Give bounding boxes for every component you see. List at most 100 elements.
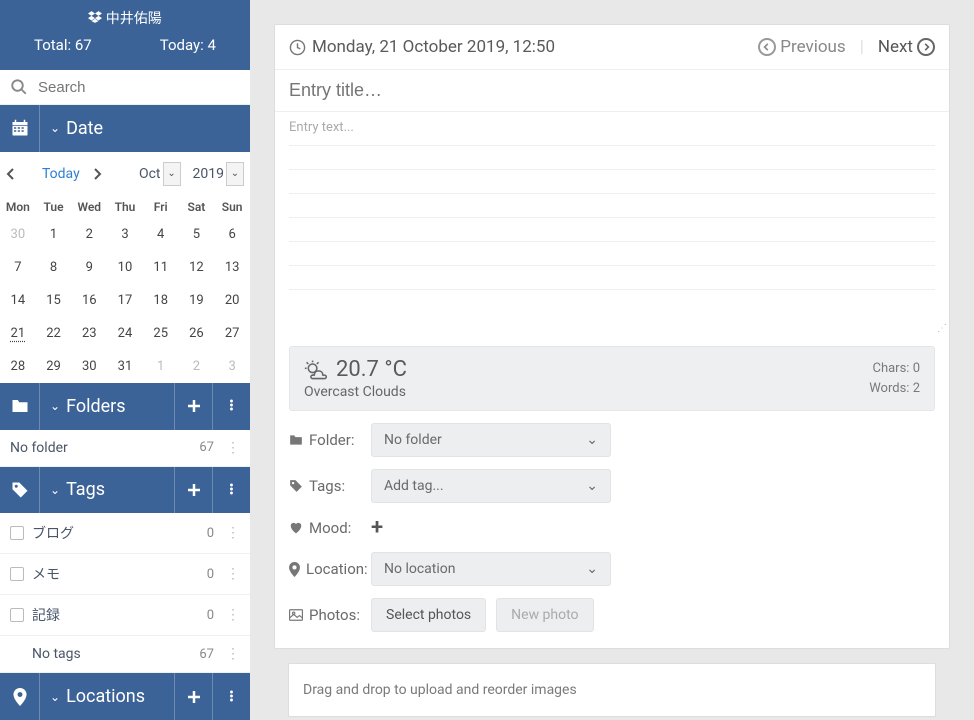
cal-day[interactable]: 6 [214,218,250,251]
folder-icon [11,398,29,414]
entry-body-area[interactable]: Entry text... ⋰ [275,112,949,336]
search-input[interactable] [38,79,240,96]
section-tags[interactable]: ⌄Tags ••• [0,467,250,514]
select-photos-button[interactable]: Select photos [371,598,486,632]
cal-day[interactable]: 29 [36,350,72,383]
tag-add-button[interactable] [174,467,212,514]
mood-add-button[interactable]: + [371,515,383,540]
cal-day[interactable]: 12 [179,251,215,284]
cal-day[interactable]: 1 [36,218,72,251]
cal-next-button[interactable] [92,167,116,181]
folder-menu-button[interactable]: ••• [212,383,250,430]
cal-weekday: Sun [214,196,250,218]
cal-month-dropdown[interactable]: ⌄ [163,162,181,186]
cal-day[interactable]: 21 [0,317,36,350]
checkbox[interactable] [10,567,24,581]
tags-select[interactable]: Add tag...⌄ [371,469,611,503]
cal-day[interactable]: 26 [179,317,215,350]
cal-weekday: Wed [71,196,107,218]
chevron-down-icon: ⌄ [586,561,598,577]
location-menu-button[interactable]: ••• [212,673,250,720]
cal-day[interactable]: 28 [0,350,36,383]
tag-item[interactable]: メモ0⋮ [0,554,250,595]
cal-day[interactable]: 31 [107,350,143,383]
cal-day[interactable]: 1 [143,350,179,383]
chevron-down-icon: ⌄ [586,478,598,494]
image-icon [289,609,303,621]
cal-day[interactable]: 17 [107,284,143,317]
cal-day[interactable]: 3 [214,350,250,383]
item-menu-icon[interactable]: ⋮ [226,607,240,623]
cal-day[interactable]: 7 [0,251,36,284]
cal-day[interactable]: 25 [143,317,179,350]
heartbeat-icon [289,521,303,534]
cal-day[interactable]: 23 [71,317,107,350]
new-photo-button[interactable]: New photo [496,598,593,632]
cal-day[interactable]: 2 [179,350,215,383]
location-add-button[interactable] [174,673,212,720]
circle-right-icon [917,38,935,56]
cal-month: Oct [139,166,161,182]
photo-dropzone[interactable]: Drag and drop to upload and reorder imag… [288,663,936,717]
cal-day[interactable]: 15 [36,284,72,317]
cal-day[interactable]: 4 [143,218,179,251]
cal-day[interactable]: 19 [179,284,215,317]
cal-day[interactable]: 30 [0,218,36,251]
checkbox[interactable] [10,608,24,622]
tag-item[interactable]: ブログ0⋮ [0,513,250,554]
cal-day[interactable]: 10 [107,251,143,284]
cal-day[interactable]: 22 [36,317,72,350]
cal-day[interactable]: 14 [0,284,36,317]
cal-day[interactable]: 11 [143,251,179,284]
item-menu-icon[interactable]: ⋮ [226,440,240,456]
cal-day[interactable]: 30 [71,350,107,383]
cal-today-button[interactable]: Today [34,166,88,182]
stat-chars: Chars: 0 [869,359,920,379]
cal-day[interactable]: 9 [71,251,107,284]
chevron-down-icon: ⌄ [586,432,598,448]
section-locations[interactable]: ⌄Locations ••• [0,673,250,720]
cal-day[interactable]: 3 [107,218,143,251]
previous-button[interactable]: Previous [758,37,845,57]
cal-day[interactable]: 27 [214,317,250,350]
cal-day[interactable]: 8 [36,251,72,284]
item-menu-icon[interactable]: ⋮ [226,525,240,541]
weather-icon [304,359,328,381]
tag-icon [289,479,303,493]
resize-grip-icon[interactable]: ⋰ [937,323,947,334]
cal-day[interactable]: 5 [179,218,215,251]
folder-item-no-folder[interactable]: No folder 67 ⋮ [0,430,250,467]
stats-today: Today: 4 [160,36,216,54]
next-button[interactable]: Next [878,37,935,57]
cal-prev-button[interactable] [6,167,30,181]
item-menu-icon[interactable]: ⋮ [226,566,240,582]
folder-add-button[interactable] [174,383,212,430]
checkbox[interactable] [10,526,24,540]
cal-weekday: Sat [179,196,215,218]
tag-item[interactable]: 記録0⋮ [0,595,250,636]
section-date[interactable]: ⌄Date [0,105,250,152]
folder-select[interactable]: No folder⌄ [371,423,611,457]
tag-menu-button[interactable]: ••• [212,467,250,514]
cal-day[interactable]: 2 [71,218,107,251]
pin-icon [13,688,27,706]
stat-words: Words: 2 [869,379,920,399]
cal-day[interactable]: 18 [143,284,179,317]
tag-item-no-tags[interactable]: No tags 67 ⋮ [0,636,250,673]
cal-weekday: Fri [143,196,179,218]
location-select[interactable]: No location⌄ [371,552,611,586]
dropbox-icon [88,11,102,23]
entry-title-input[interactable] [275,69,949,112]
item-menu-icon[interactable]: ⋮ [226,646,240,662]
chevron-down-icon: ⌄ [50,483,60,497]
cal-day[interactable]: 16 [71,284,107,317]
cal-day[interactable]: 24 [107,317,143,350]
user-name[interactable]: 中井佑陽 [106,11,162,27]
section-folders[interactable]: ⌄Folders ••• [0,383,250,430]
chevron-down-icon: ⌄ [50,121,60,135]
cal-day[interactable]: 13 [214,251,250,284]
cal-year: 2019 [193,166,224,182]
cal-day[interactable]: 20 [214,284,250,317]
circle-left-icon [758,38,776,56]
cal-year-dropdown[interactable]: ⌄ [226,162,244,186]
